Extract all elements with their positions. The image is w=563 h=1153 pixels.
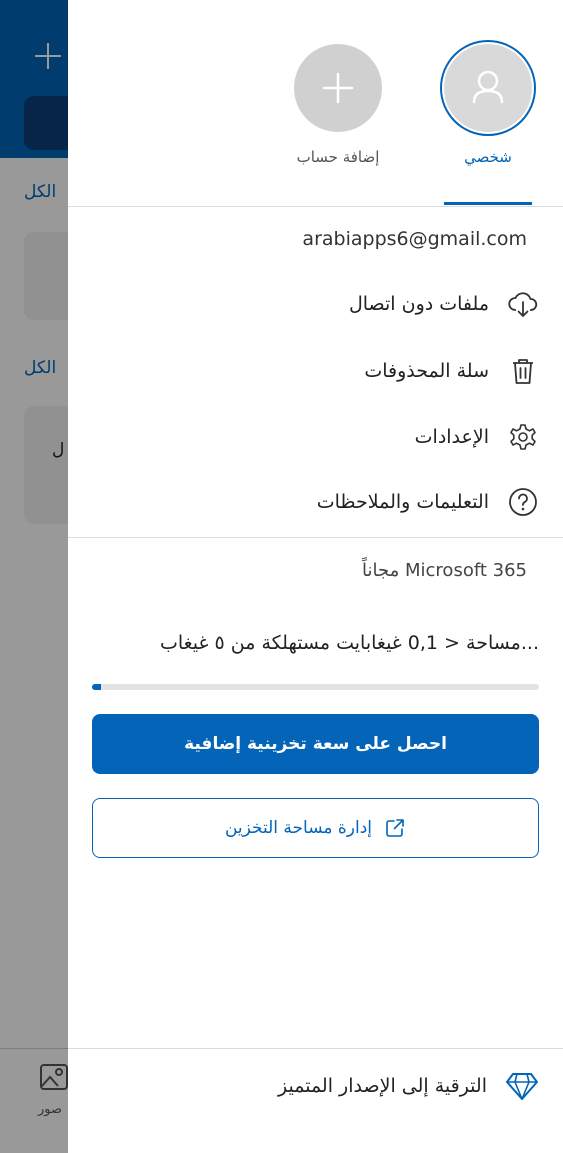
upgrade-label: الترقية إلى الإصدار المتميز: [278, 1075, 487, 1097]
personal-account-avatar[interactable]: [444, 44, 532, 132]
add-account-button[interactable]: [294, 44, 382, 132]
menu-item-recycle-bin[interactable]: سلة المحذوفات: [364, 354, 539, 388]
storage-progress-fill: [92, 684, 101, 690]
plus-icon: [322, 72, 354, 104]
account-email: arabiapps6@gmail.com: [302, 228, 527, 250]
help-icon: [507, 486, 539, 518]
menu-item-offline-files[interactable]: ملفات دون اتصال: [349, 287, 539, 321]
menu-item-label: سلة المحذوفات: [364, 360, 489, 382]
menu-item-label: التعليمات والملاحظات: [316, 491, 489, 513]
cloud-download-icon: [507, 288, 539, 320]
diamond-icon: [506, 1073, 538, 1100]
manage-storage-label: إدارة مساحة التخزين: [224, 818, 373, 838]
menu-item-settings[interactable]: الإعدادات: [415, 420, 539, 454]
personal-account-label[interactable]: شخصي: [444, 148, 532, 166]
menu-divider: [68, 537, 563, 538]
accounts-divider: [68, 206, 563, 207]
get-more-storage-button[interactable]: احصل على سعة تخزينية إضافية: [92, 714, 539, 774]
external-link-icon: [386, 819, 404, 837]
storage-usage-text: مساحة < 0,1 غيغابايت مستهلكة من ٥ غيغاب.…: [159, 632, 539, 654]
menu-item-help-feedback[interactable]: التعليمات والملاحظات: [317, 485, 539, 519]
upgrade-divider: [68, 1048, 563, 1049]
gear-icon: [507, 421, 539, 453]
menu-item-label: ملفات دون اتصال: [348, 293, 489, 315]
trash-icon: [507, 355, 539, 387]
plan-name: Microsoft 365: [405, 560, 527, 581]
plan-label: مجاناً Microsoft 365: [362, 560, 527, 581]
upgrade-premium-item[interactable]: الترقية إلى الإصدار المتميز: [278, 1068, 539, 1104]
person-icon: [472, 70, 504, 104]
add-account-label[interactable]: إضافة حساب: [278, 148, 398, 166]
menu-item-label: الإعدادات: [414, 426, 489, 448]
selected-account-indicator: [444, 202, 532, 205]
manage-storage-button[interactable]: إدارة مساحة التخزين: [92, 798, 539, 858]
storage-progress-bar: [92, 684, 539, 690]
plan-suffix: مجاناً: [362, 560, 400, 581]
